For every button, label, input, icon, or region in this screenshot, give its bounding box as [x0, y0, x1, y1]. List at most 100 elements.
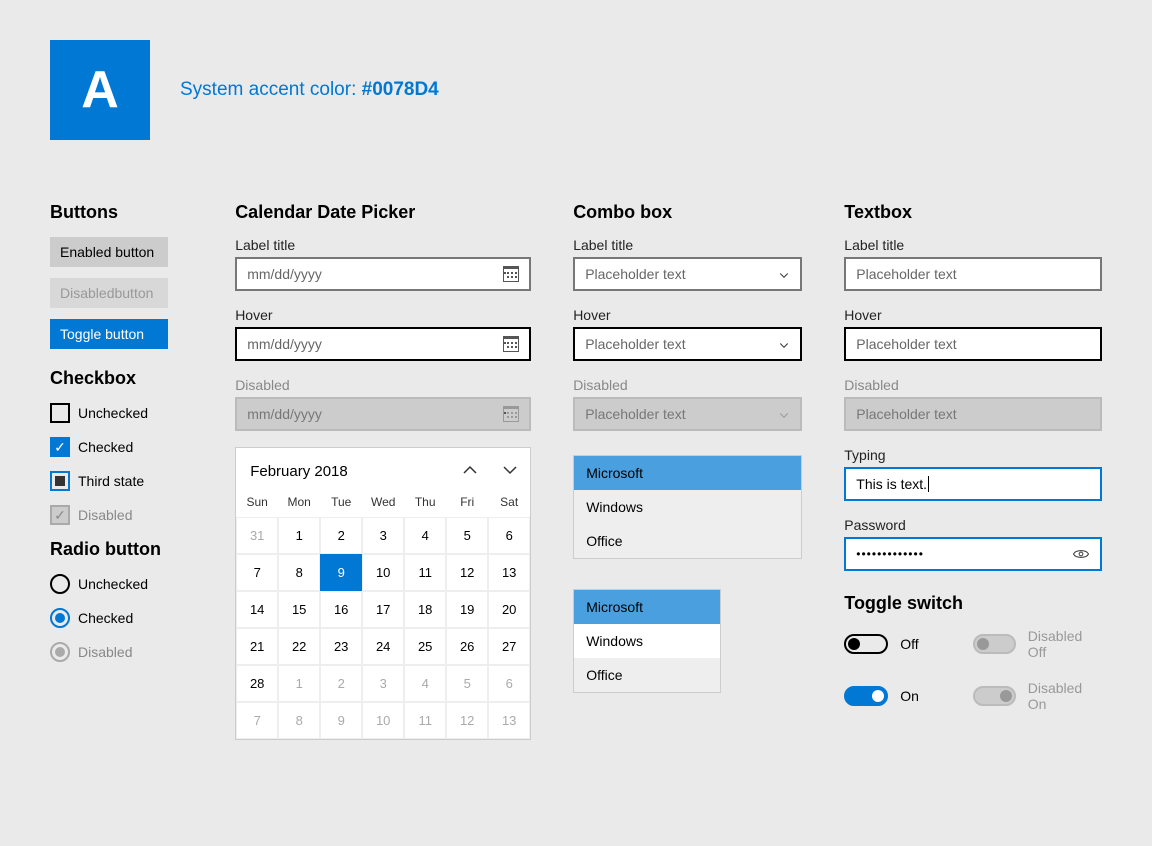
- calendar-day[interactable]: 31: [236, 517, 278, 554]
- calendar-day[interactable]: 11: [404, 554, 446, 591]
- calendar-placeholder: mm/dd/yyyy: [247, 406, 322, 422]
- textbox-typing[interactable]: This is text.: [844, 467, 1102, 501]
- calendar-day[interactable]: 20: [488, 591, 530, 628]
- calendar-day[interactable]: 28: [236, 665, 278, 702]
- checkbox-third-label: Third state: [78, 473, 144, 489]
- radio-unchecked[interactable]: [50, 574, 70, 594]
- calendar-day[interactable]: 7: [236, 702, 278, 739]
- calendar-day[interactable]: 21: [236, 628, 278, 665]
- combo-title: Combo box: [573, 202, 802, 223]
- calendar-day[interactable]: 12: [446, 554, 488, 591]
- calendar-day[interactable]: 17: [362, 591, 404, 628]
- toggle-disabled-on-label: Disabled On: [1028, 680, 1102, 712]
- combo-item[interactable]: Windows: [574, 490, 801, 524]
- calendar-day[interactable]: 7: [236, 554, 278, 591]
- combo-default[interactable]: Placeholder text: [573, 257, 802, 291]
- calendar-day[interactable]: 10: [362, 702, 404, 739]
- calendar-day[interactable]: 4: [404, 517, 446, 554]
- combo-item[interactable]: Microsoft: [574, 456, 801, 490]
- chevron-down-icon: [778, 268, 790, 280]
- textbox-placeholder: Placeholder text: [856, 336, 956, 352]
- combo-placeholder: Placeholder text: [585, 336, 685, 352]
- password-input[interactable]: •••••••••••••: [844, 537, 1102, 571]
- textbox-hover[interactable]: Placeholder text: [844, 327, 1102, 361]
- calendar-placeholder: mm/dd/yyyy: [247, 266, 322, 282]
- calendar-day[interactable]: 1: [278, 517, 320, 554]
- calendar-day[interactable]: 14: [236, 591, 278, 628]
- calendar-day[interactable]: 13: [488, 554, 530, 591]
- calendar-day[interactable]: 15: [278, 591, 320, 628]
- combo-list-large[interactable]: Microsoft Windows Office: [573, 455, 802, 559]
- toggle-on[interactable]: [844, 686, 888, 706]
- calendar-month[interactable]: February 2018: [250, 463, 348, 480]
- radio-disabled-label: Disabled: [78, 644, 132, 660]
- combo-item[interactable]: Windows: [574, 624, 720, 658]
- chevron-down-icon[interactable]: [502, 462, 518, 481]
- calendar-day[interactable]: 9: [320, 554, 362, 591]
- calendar-day[interactable]: 9: [320, 702, 362, 739]
- calendar-day[interactable]: 5: [446, 665, 488, 702]
- enabled-button[interactable]: Enabled button: [50, 237, 168, 267]
- calendar-day[interactable]: 24: [362, 628, 404, 665]
- calendar-day[interactable]: 18: [404, 591, 446, 628]
- combo-item[interactable]: Office: [574, 658, 720, 692]
- radio-checked[interactable]: [50, 608, 70, 628]
- checkbox-checked[interactable]: ✓: [50, 437, 70, 457]
- dow: Fri: [446, 491, 488, 517]
- eye-icon[interactable]: [1072, 545, 1090, 563]
- combo-disabled-label: Disabled: [573, 377, 802, 393]
- dow: Mon: [278, 491, 320, 517]
- accent-swatch: A: [50, 40, 150, 140]
- calendar-day[interactable]: 25: [404, 628, 446, 665]
- calendar-dow-row: Sun Mon Tue Wed Thu Fri Sat: [236, 491, 530, 517]
- calendar-day[interactable]: 6: [488, 517, 530, 554]
- checkbox-unchecked[interactable]: [50, 403, 70, 423]
- calendar-day[interactable]: 23: [320, 628, 362, 665]
- combo-item[interactable]: Microsoft: [574, 590, 720, 624]
- calendar-day[interactable]: 4: [404, 665, 446, 702]
- dow: Thu: [404, 491, 446, 517]
- combo-placeholder: Placeholder text: [585, 406, 685, 422]
- calendar-body[interactable]: 3112345678910111213141516171819202122232…: [236, 517, 530, 739]
- calendar-day[interactable]: 3: [362, 665, 404, 702]
- chevron-up-icon[interactable]: [462, 462, 478, 481]
- toggle-button[interactable]: Toggle button: [50, 319, 168, 349]
- combo-list-small[interactable]: Microsoft Windows Office: [573, 589, 721, 693]
- checkbox-disabled-label: Disabled: [78, 507, 132, 523]
- radio-unchecked-label: Unchecked: [78, 576, 148, 592]
- textbox-default[interactable]: Placeholder text: [844, 257, 1102, 291]
- calendar-day[interactable]: 5: [446, 517, 488, 554]
- toggle-disabled-off: [973, 634, 1016, 654]
- calendar-flyout[interactable]: February 2018 Sun Mon Tue Wed: [235, 447, 531, 740]
- calendar-input-default[interactable]: mm/dd/yyyy: [235, 257, 531, 291]
- dow: Sun: [236, 491, 278, 517]
- calendar-day[interactable]: 2: [320, 517, 362, 554]
- calendar-day[interactable]: 19: [446, 591, 488, 628]
- calendar-day[interactable]: 22: [278, 628, 320, 665]
- calendar-day[interactable]: 2: [320, 665, 362, 702]
- calendar-day[interactable]: 11: [404, 702, 446, 739]
- calendar-day[interactable]: 6: [488, 665, 530, 702]
- calendar-day[interactable]: 26: [446, 628, 488, 665]
- calendar-input-hover[interactable]: mm/dd/yyyy: [235, 327, 531, 361]
- textbox-disabled-label: Disabled: [844, 377, 1102, 393]
- calendar-day[interactable]: 13: [488, 702, 530, 739]
- calendar-day[interactable]: 16: [320, 591, 362, 628]
- calendar-input-disabled: mm/dd/yyyy: [235, 397, 531, 431]
- textbox-title: Textbox: [844, 202, 1102, 223]
- calendar-day[interactable]: 12: [446, 702, 488, 739]
- calendar-day[interactable]: 3: [362, 517, 404, 554]
- textbox-placeholder: Placeholder text: [856, 266, 956, 282]
- calendar-day[interactable]: 8: [278, 702, 320, 739]
- checkbox-disabled: ✓: [50, 505, 70, 525]
- buttons-title: Buttons: [50, 202, 193, 223]
- calendar-day[interactable]: 10: [362, 554, 404, 591]
- checkbox-third-state[interactable]: [50, 471, 70, 491]
- calendar-day[interactable]: 27: [488, 628, 530, 665]
- toggle-off[interactable]: [844, 634, 888, 654]
- calendar-day[interactable]: 8: [278, 554, 320, 591]
- calendar-day[interactable]: 1: [278, 665, 320, 702]
- combo-item[interactable]: Office: [574, 524, 801, 558]
- disabled-button: Disabledbutton: [50, 278, 168, 308]
- combo-hover[interactable]: Placeholder text: [573, 327, 802, 361]
